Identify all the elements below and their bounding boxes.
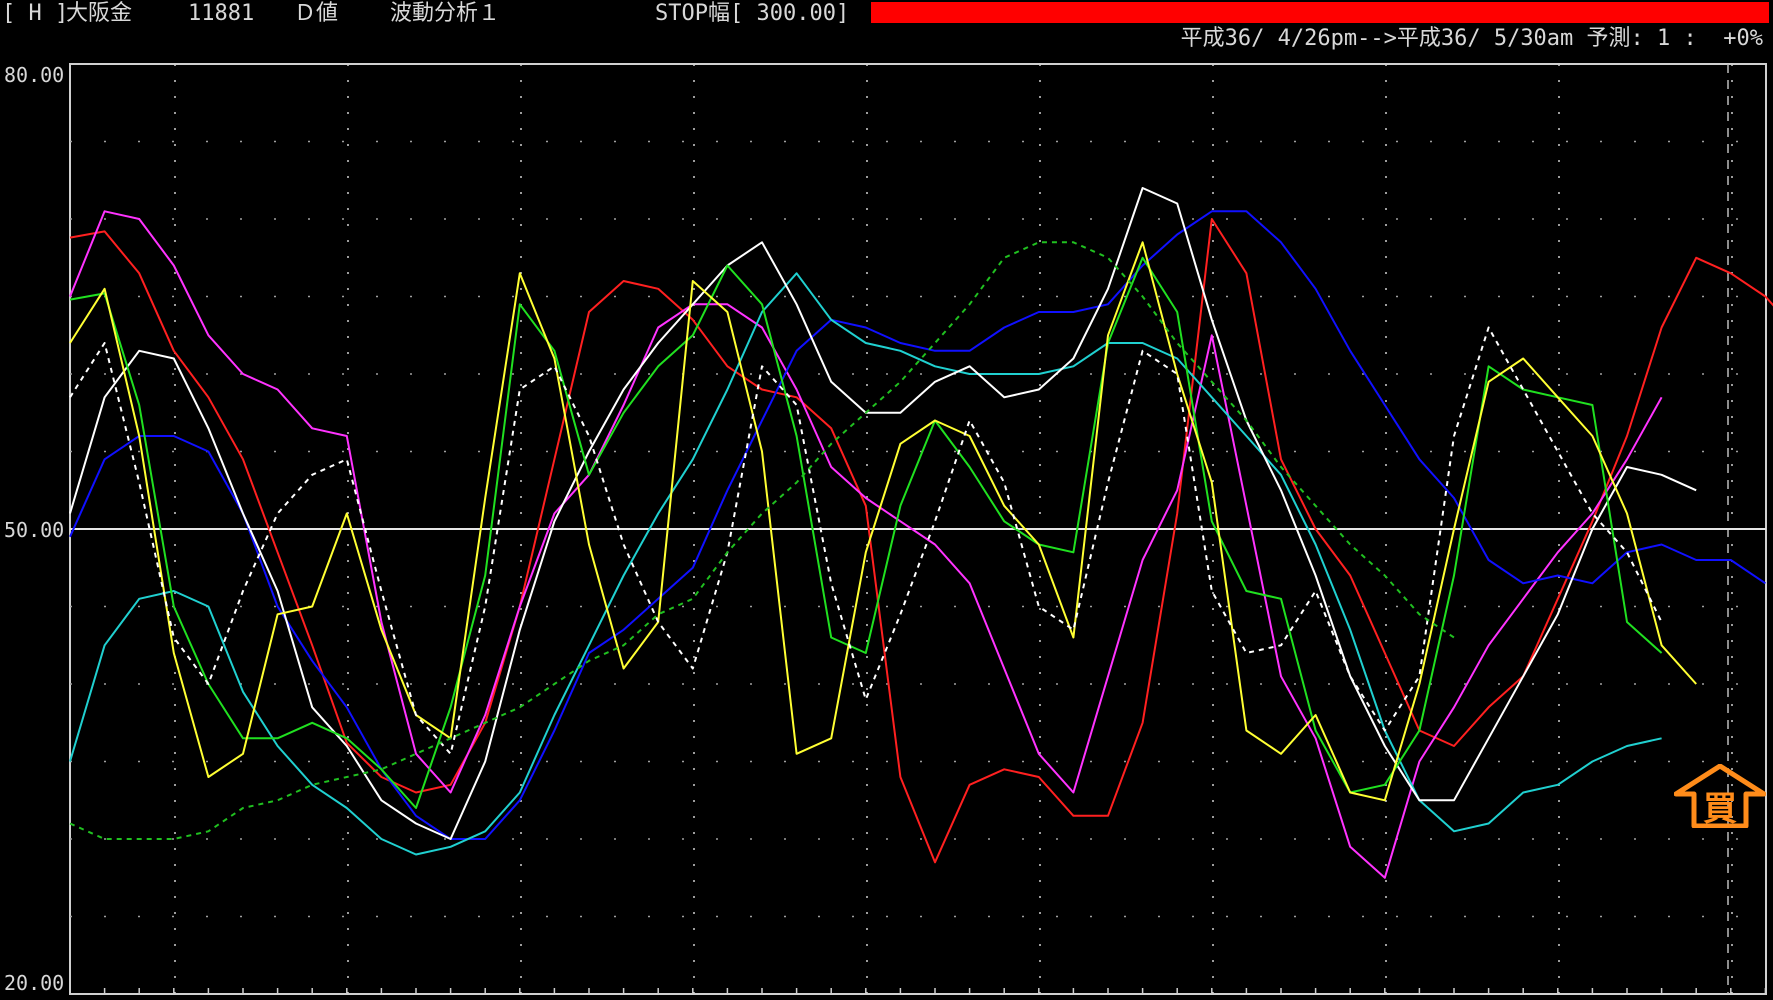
grid [69,63,1767,995]
y-tick-label: 20.00 [4,971,64,995]
series-line-9 [69,241,1455,840]
buy-signal-label: 買 [1703,789,1737,828]
wave-chart: 80.00 50.00 20.00 [4,63,1773,995]
series-line-6 [69,256,1663,809]
series-line-2 [69,210,1663,879]
y-tick-label: 80.00 [4,63,64,87]
series-line-4 [69,272,1662,856]
buy-arrow-icon: 買 [1674,764,1766,828]
y-tick-label: 50.00 [4,518,64,542]
axis: 80.00 50.00 20.00 [4,63,64,995]
series-layer [69,187,1773,879]
series-line-7 [69,241,1697,802]
series-line-5 [69,187,1697,840]
series-line-3 [69,210,1766,840]
series-line-8 [69,326,1663,755]
series-line-1 [69,218,1773,864]
